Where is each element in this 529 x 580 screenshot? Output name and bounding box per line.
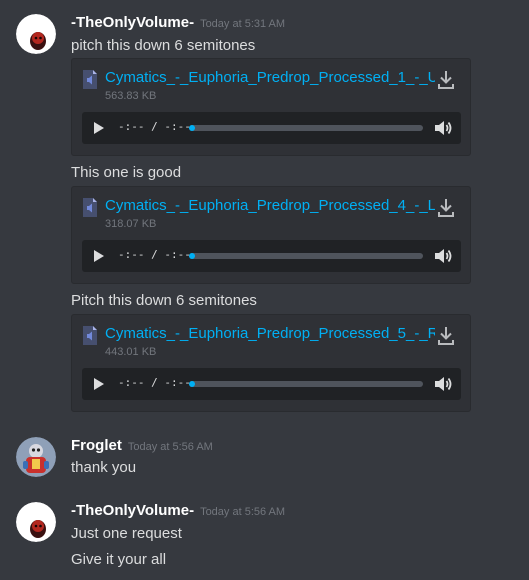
timestamp[interactable]: Today at 5:56 AM — [200, 506, 285, 518]
red-hooded-avatar-icon — [16, 14, 56, 54]
audio-attachment: Cymatics_-_Euphoria_Predrop_Processed_5_… — [71, 314, 471, 412]
username[interactable]: -TheOnlyVolume- — [71, 502, 194, 519]
message-text: Give it your all — [71, 551, 167, 568]
audio-player: -:-- / -:-- — [82, 240, 461, 272]
file-size: 318.07 KB — [105, 218, 157, 230]
timestamp[interactable]: Today at 5:31 AM — [200, 18, 285, 30]
message-header: Froglet Today at 5:56 AM — [71, 437, 213, 455]
avatar[interactable] — [16, 14, 56, 54]
avatar[interactable] — [16, 502, 56, 542]
play-icon[interactable] — [92, 121, 106, 135]
progress-bar[interactable] — [189, 253, 423, 259]
audio-attachment: Cymatics_-_Euphoria_Predrop_Processed_4_… — [71, 186, 471, 284]
message-text: Pitch this down 6 semitones — [71, 292, 257, 309]
file-link[interactable]: Cymatics_-_Euphoria_Predrop_Processed_4_… — [105, 197, 435, 214]
file-size: 443.01 KB — [105, 346, 157, 358]
audio-player: -:-- / -:-- — [82, 368, 461, 400]
download-icon[interactable] — [436, 197, 456, 219]
audio-file-icon — [83, 198, 97, 217]
message-text: This one is good — [71, 164, 182, 181]
username[interactable]: -TheOnlyVolume- — [71, 14, 194, 31]
download-icon[interactable] — [436, 325, 456, 347]
message-text: Just one request — [71, 525, 182, 542]
volume-icon[interactable] — [433, 374, 453, 394]
progress-fill — [189, 381, 195, 387]
message-header: -TheOnlyVolume- Today at 5:56 AM — [71, 502, 285, 520]
audio-player: -:-- / -:-- — [82, 112, 461, 144]
download-icon[interactable] — [436, 69, 456, 91]
progress-bar[interactable] — [189, 125, 423, 131]
file-link[interactable]: Cymatics_-_Euphoria_Predrop_Processed_5_… — [105, 325, 435, 342]
playback-time: -:-- / -:-- — [118, 376, 191, 389]
username[interactable]: Froglet — [71, 437, 122, 454]
avatar[interactable] — [16, 437, 56, 477]
audio-file-icon — [83, 326, 97, 345]
red-hooded-avatar-icon — [16, 502, 56, 542]
playback-time: -:-- / -:-- — [118, 120, 191, 133]
play-icon[interactable] — [92, 377, 106, 391]
volume-icon[interactable] — [433, 246, 453, 266]
cartoon-character-avatar-icon — [16, 437, 56, 477]
volume-icon[interactable] — [433, 118, 453, 138]
progress-bar[interactable] — [189, 381, 423, 387]
play-icon[interactable] — [92, 249, 106, 263]
message-text: thank you — [71, 459, 137, 476]
message-text: pitch this down 6 semitones — [71, 37, 256, 54]
progress-fill — [189, 125, 195, 131]
progress-fill — [189, 253, 195, 259]
file-size: 563.83 KB — [105, 90, 157, 102]
playback-time: -:-- / -:-- — [118, 248, 191, 261]
audio-file-icon — [83, 70, 97, 89]
audio-attachment: Cymatics_-_Euphoria_Predrop_Processed_1_… — [71, 58, 471, 156]
timestamp[interactable]: Today at 5:56 AM — [128, 441, 213, 453]
file-link[interactable]: Cymatics_-_Euphoria_Predrop_Processed_1_… — [105, 69, 435, 86]
message-header: -TheOnlyVolume- Today at 5:31 AM — [71, 14, 285, 32]
